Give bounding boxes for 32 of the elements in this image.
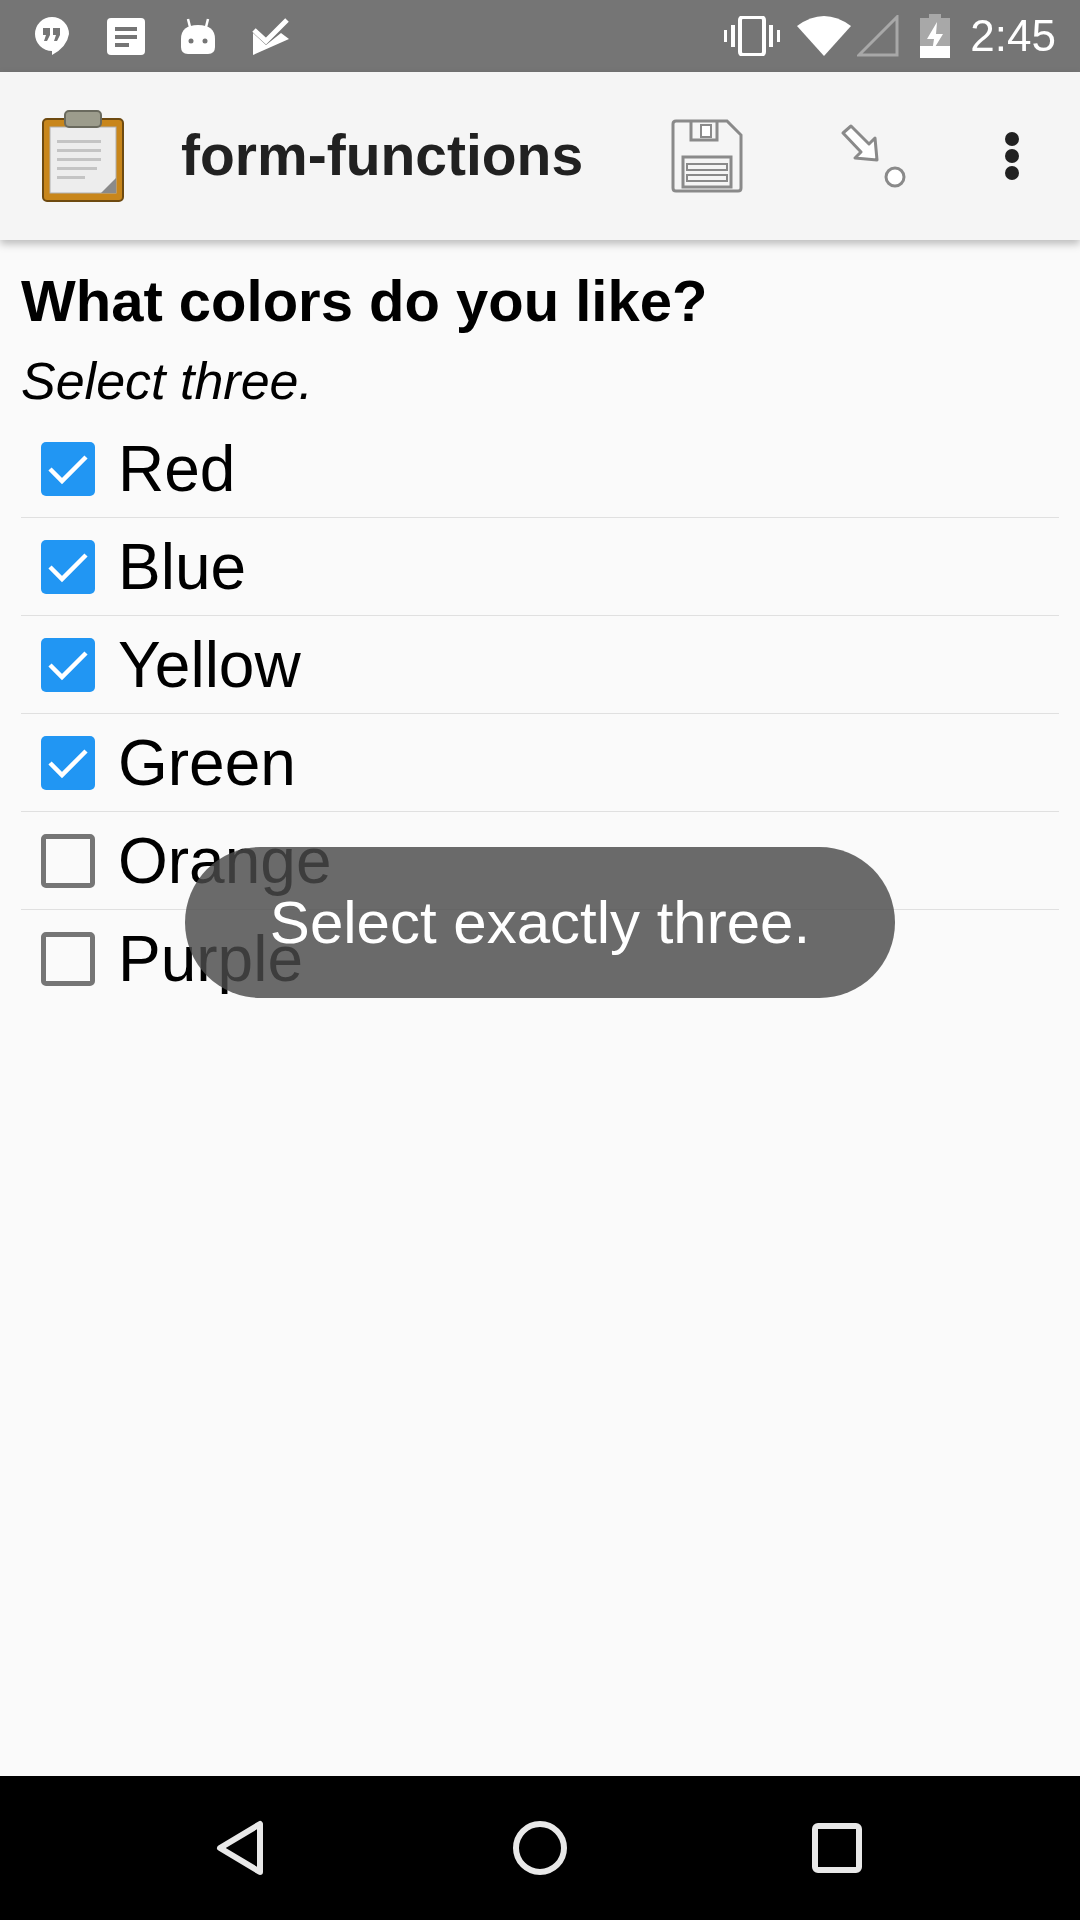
checkbox[interactable] (41, 735, 95, 790)
app-title: form-functions (181, 122, 584, 190)
battery-charging-icon (920, 14, 951, 58)
check-flag-icon (251, 17, 289, 55)
cell-signal-icon (857, 15, 900, 57)
option-label: Blue (118, 534, 247, 599)
check-icon (47, 452, 89, 485)
question-hint: Select three. (21, 351, 314, 412)
option-label: Green (118, 730, 296, 795)
recents-icon[interactable] (812, 1823, 862, 1873)
check-icon (47, 746, 89, 779)
checkbox[interactable] (41, 833, 95, 888)
clipboard-icon (41, 110, 125, 202)
check-icon (47, 550, 89, 583)
overflow-menu-icon[interactable] (1004, 131, 1020, 181)
checkbox[interactable] (41, 637, 95, 692)
wifi-icon (797, 16, 852, 56)
status-time: 2:45 (970, 14, 1056, 58)
option-label: Yellow (118, 632, 301, 697)
option-label: Red (118, 436, 236, 501)
vibrate-icon (724, 16, 781, 56)
home-icon[interactable] (512, 1820, 568, 1876)
check-icon (47, 648, 89, 681)
arrow-to-circle-icon[interactable] (841, 123, 907, 189)
checkbox[interactable] (41, 932, 95, 986)
back-icon[interactable] (216, 1820, 266, 1876)
checkbox[interactable] (41, 441, 95, 496)
speech-bubble-icon (34, 16, 70, 56)
robot-head-icon (179, 17, 217, 55)
checkbox[interactable] (41, 539, 95, 594)
notes-icon (107, 17, 145, 55)
question-label: What colors do you like? (21, 268, 709, 334)
